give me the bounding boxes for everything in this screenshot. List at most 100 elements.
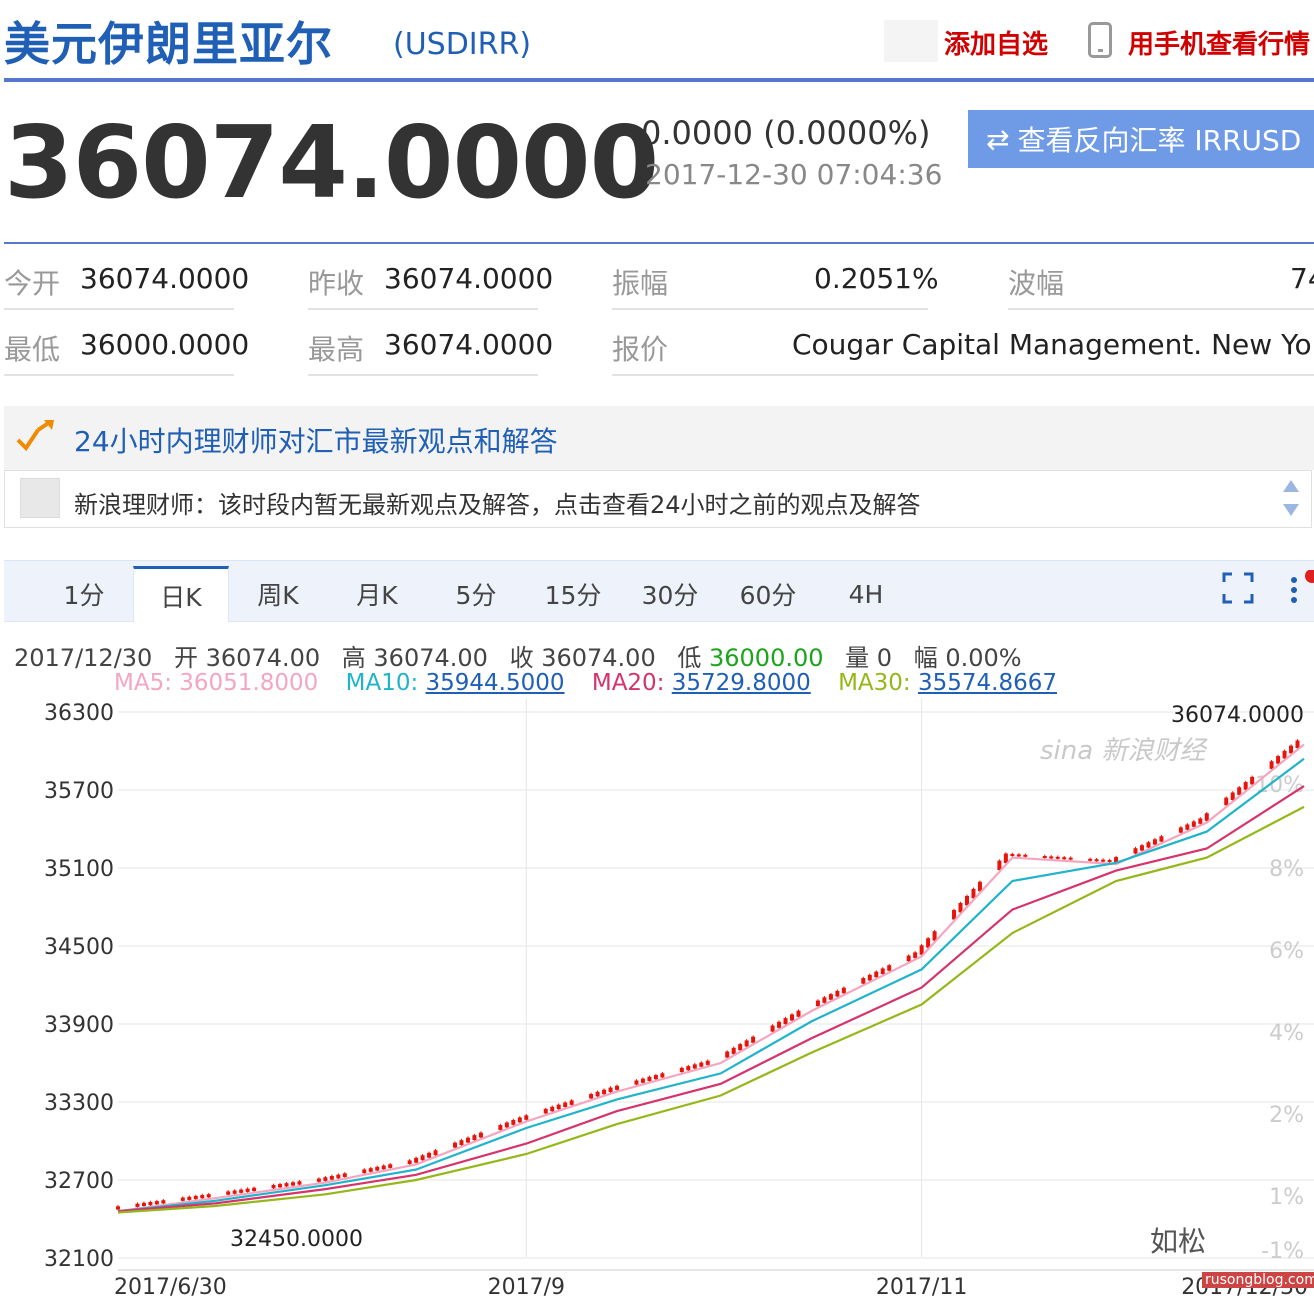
candle-body bbox=[602, 1089, 607, 1095]
rusong-watermark: 如松 bbox=[1150, 1225, 1207, 1258]
tab-30min[interactable]: 30分 bbox=[622, 566, 718, 622]
kline-open-label: 开 bbox=[173, 644, 198, 672]
x-tick-label: 2017/9 bbox=[488, 1275, 565, 1299]
candle-body bbox=[543, 1108, 548, 1114]
candle-body bbox=[1230, 792, 1235, 801]
candle-body bbox=[1243, 782, 1248, 790]
candle-body bbox=[433, 1150, 438, 1156]
candle-body bbox=[608, 1087, 613, 1093]
low-value: 36000.0000 bbox=[80, 328, 250, 361]
candle-body bbox=[316, 1178, 321, 1182]
candle-body bbox=[1133, 848, 1138, 854]
candle-body bbox=[407, 1160, 412, 1165]
x-tick-label: 2017/11 bbox=[876, 1275, 967, 1299]
tab-15min[interactable]: 15分 bbox=[525, 566, 621, 622]
scroll-arrows-icon[interactable] bbox=[1282, 478, 1300, 518]
open-label: 今开 bbox=[4, 267, 61, 300]
right-axis-label: -1% bbox=[1261, 1239, 1304, 1264]
candle-body bbox=[1010, 853, 1015, 856]
add-favorite-link[interactable]: 添加自选 bbox=[944, 24, 1048, 61]
ma30-value[interactable]: 35574.8667 bbox=[918, 670, 1057, 696]
right-axis-label: 6% bbox=[1269, 939, 1304, 964]
candle-body bbox=[336, 1174, 341, 1179]
candle-body bbox=[783, 1018, 788, 1025]
tab-weekly[interactable]: 周K bbox=[230, 566, 326, 622]
candle-body bbox=[362, 1169, 367, 1174]
candle-body bbox=[342, 1173, 347, 1178]
candle-body bbox=[193, 1195, 198, 1200]
url-watermark: rusongblog.com bbox=[1202, 1272, 1314, 1288]
ma10-line bbox=[117, 757, 1305, 1213]
candle-body bbox=[725, 1051, 730, 1058]
x-tick-label: 2017/6/30 bbox=[114, 1275, 227, 1299]
tab-60min[interactable]: 60分 bbox=[720, 566, 816, 622]
candle-body bbox=[141, 1202, 146, 1207]
tab-monthly[interactable]: 月K bbox=[329, 566, 425, 622]
candle-body bbox=[906, 955, 911, 962]
candle-body bbox=[1224, 797, 1229, 806]
candle-body bbox=[148, 1201, 153, 1206]
tab-4h[interactable]: 4H bbox=[818, 566, 914, 622]
candle-body bbox=[381, 1165, 386, 1170]
candle-body bbox=[459, 1140, 464, 1146]
cell-underline bbox=[308, 374, 538, 376]
y-tick-label: 32700 bbox=[44, 1169, 114, 1194]
candle-body bbox=[777, 1021, 782, 1028]
candle-body bbox=[226, 1191, 231, 1195]
reverse-rate-button[interactable]: ⇄ 查看反向汇率 IRRUSD bbox=[968, 110, 1314, 168]
kline-open: 36074.00 bbox=[205, 644, 321, 672]
candle-body bbox=[1289, 745, 1294, 754]
candle-body bbox=[278, 1184, 283, 1188]
right-axis-label: 2% bbox=[1269, 1103, 1304, 1128]
ma20-value[interactable]: 35729.8000 bbox=[672, 670, 811, 696]
candle-body bbox=[731, 1047, 736, 1054]
ma-legend: MA5: 36051.8000 MA10: 35944.5000 MA20: 3… bbox=[114, 670, 1057, 696]
candle-body bbox=[887, 965, 892, 971]
candle-body bbox=[874, 971, 879, 978]
candle-body bbox=[647, 1076, 652, 1081]
candle-body bbox=[1204, 813, 1209, 821]
adviser-message[interactable]: 新浪理财师：该时段内暂无最新观点及解答，点击查看24小时之前的观点及解答 bbox=[74, 485, 921, 520]
candle-body bbox=[828, 994, 833, 1000]
phone-icon[interactable] bbox=[1088, 22, 1112, 58]
tab-daily[interactable]: 日K bbox=[133, 566, 229, 622]
candle-body bbox=[1152, 839, 1157, 845]
cell-underline bbox=[1008, 308, 1314, 310]
candle-body bbox=[1198, 818, 1203, 824]
candle-body bbox=[796, 1010, 801, 1017]
candle-body bbox=[297, 1181, 302, 1185]
candle-body bbox=[770, 1025, 775, 1032]
trend-arrow-icon bbox=[16, 420, 54, 452]
candle-body bbox=[187, 1196, 192, 1200]
candle-body bbox=[1094, 859, 1099, 862]
candle-body bbox=[1159, 836, 1164, 842]
mobile-view-link[interactable]: 用手机查看行情 bbox=[1128, 24, 1310, 61]
candle-body bbox=[388, 1164, 393, 1168]
candle-body bbox=[414, 1157, 419, 1163]
candle-body bbox=[738, 1044, 743, 1051]
candle-body bbox=[161, 1200, 166, 1204]
tab-5min[interactable]: 5分 bbox=[428, 566, 524, 622]
cell-underline bbox=[308, 308, 538, 310]
kline-high-label: 高 bbox=[341, 644, 366, 672]
candle-body bbox=[498, 1125, 503, 1130]
fullscreen-icon[interactable] bbox=[1222, 572, 1254, 604]
candle-body bbox=[550, 1106, 555, 1112]
more-options-icon[interactable] bbox=[1286, 570, 1314, 610]
candle-body bbox=[556, 1104, 561, 1110]
amplitude-value: 0.2051% bbox=[814, 262, 939, 295]
candle-body bbox=[569, 1100, 574, 1105]
cell-underline bbox=[4, 374, 234, 376]
candle-body bbox=[841, 987, 846, 994]
ma10-value[interactable]: 35944.5000 bbox=[426, 670, 565, 696]
kline-range: 0.00% bbox=[945, 644, 1022, 672]
cell-underline bbox=[4, 308, 234, 310]
candle-body bbox=[1101, 859, 1106, 862]
kline-chart[interactable]: 36300 35700 35100 34500 33900 33300 32700 32100… bbox=[0, 698, 1314, 1299]
adviser-title[interactable]: 24小时内理财师对汇市最新观点和解答 bbox=[74, 420, 558, 460]
symbol-code: (USDIRR) bbox=[393, 27, 532, 62]
y-tick-label: 33300 bbox=[44, 1091, 114, 1116]
quote-source-value: Cougar Capital Management. New York bbox=[792, 328, 1314, 361]
tab-1min[interactable]: 1分 bbox=[36, 566, 132, 622]
candle-body bbox=[116, 1206, 120, 1210]
